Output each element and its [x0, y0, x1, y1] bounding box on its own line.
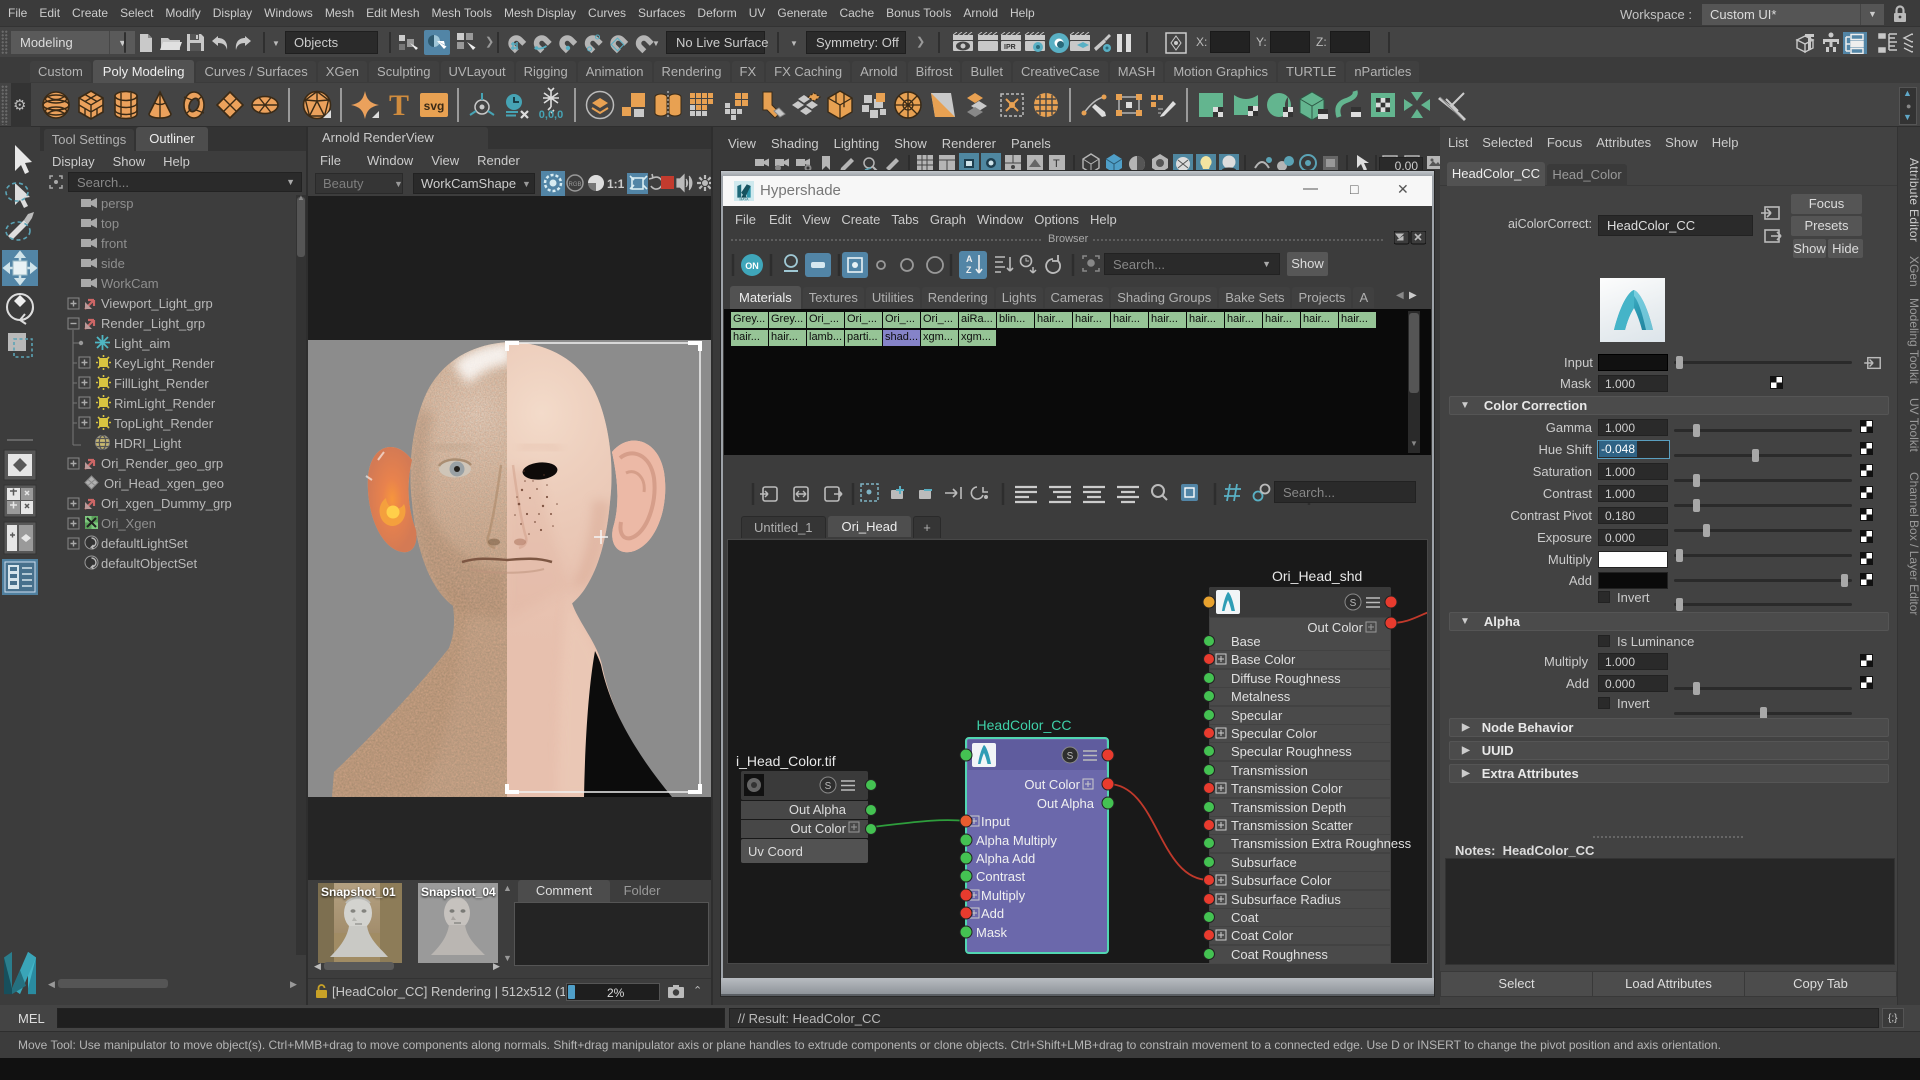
svg-text:Out Alpha: Out Alpha — [1037, 796, 1095, 811]
svg-text:Base Color: Base Color — [1231, 652, 1296, 667]
svg-text:Subsurface Radius: Subsurface Radius — [1231, 892, 1341, 907]
svg-text:Transmission: Transmission — [1231, 763, 1308, 778]
svg-text:Alpha Add: Alpha Add — [976, 851, 1035, 866]
svg-text:Multiply: Multiply — [981, 888, 1026, 903]
svg-text:Specular Color: Specular Color — [1231, 726, 1318, 741]
svg-text:Coat: Coat — [1231, 910, 1259, 925]
svg-text:Transmission Color: Transmission Color — [1231, 781, 1343, 796]
svg-text:Transmission Depth: Transmission Depth — [1231, 800, 1346, 815]
svg-text:Out Alpha: Out Alpha — [789, 802, 847, 817]
svg-text:Mask: Mask — [976, 925, 1008, 940]
svg-text:MAYA: MAYA — [740, 197, 750, 201]
svg-text:1:1: 1:1 — [607, 177, 625, 191]
svg-text:Out Color: Out Color — [1024, 777, 1080, 792]
svg-text:Specular Roughness: Specular Roughness — [1231, 744, 1352, 759]
svg-text:Specular: Specular — [1231, 708, 1283, 723]
svg-text:Base: Base — [1231, 634, 1261, 649]
svg-text:Coat Roughness: Coat Roughness — [1231, 947, 1328, 962]
svg-text:Uv Coord: Uv Coord — [748, 844, 803, 859]
svg-text:Alpha Multiply: Alpha Multiply — [976, 833, 1057, 848]
svg-text:S: S — [825, 781, 832, 792]
svg-text:Coat Color: Coat Color — [1231, 928, 1294, 943]
svg-text:Z: Z — [966, 265, 972, 275]
svg-text:Metalness: Metalness — [1231, 689, 1291, 704]
svg-text:Subsurface Color: Subsurface Color — [1231, 873, 1332, 888]
svg-text:ON: ON — [745, 261, 759, 271]
svg-text:S: S — [1067, 751, 1074, 762]
svg-text:HeadColor_CC: HeadColor_CC — [977, 717, 1072, 733]
svg-text:Add: Add — [981, 906, 1004, 921]
svg-text:S: S — [1350, 598, 1357, 609]
svg-text:T: T — [1053, 158, 1060, 170]
svg-text:RGB: RGB — [568, 182, 581, 188]
svg-text:IPR: IPR — [1004, 44, 1016, 51]
svg-text:Diffuse Roughness: Diffuse Roughness — [1231, 671, 1341, 686]
svg-text:A: A — [966, 254, 973, 264]
svg-text:Input: Input — [981, 814, 1010, 829]
svg-text:Subsurface: Subsurface — [1231, 855, 1297, 870]
svg-text:Transmission Scatter: Transmission Scatter — [1231, 818, 1353, 833]
svg-text:Contrast: Contrast — [976, 869, 1026, 884]
svg-text:i_Head_Color.tif: i_Head_Color.tif — [736, 753, 836, 769]
svg-text:Transmission Extra Roughness: Transmission Extra Roughness — [1231, 836, 1412, 851]
svg-text:Ori_Head_shd: Ori_Head_shd — [1272, 568, 1362, 584]
svg-text:Out Color: Out Color — [1307, 620, 1363, 635]
svg-text:Out Color: Out Color — [790, 821, 846, 836]
